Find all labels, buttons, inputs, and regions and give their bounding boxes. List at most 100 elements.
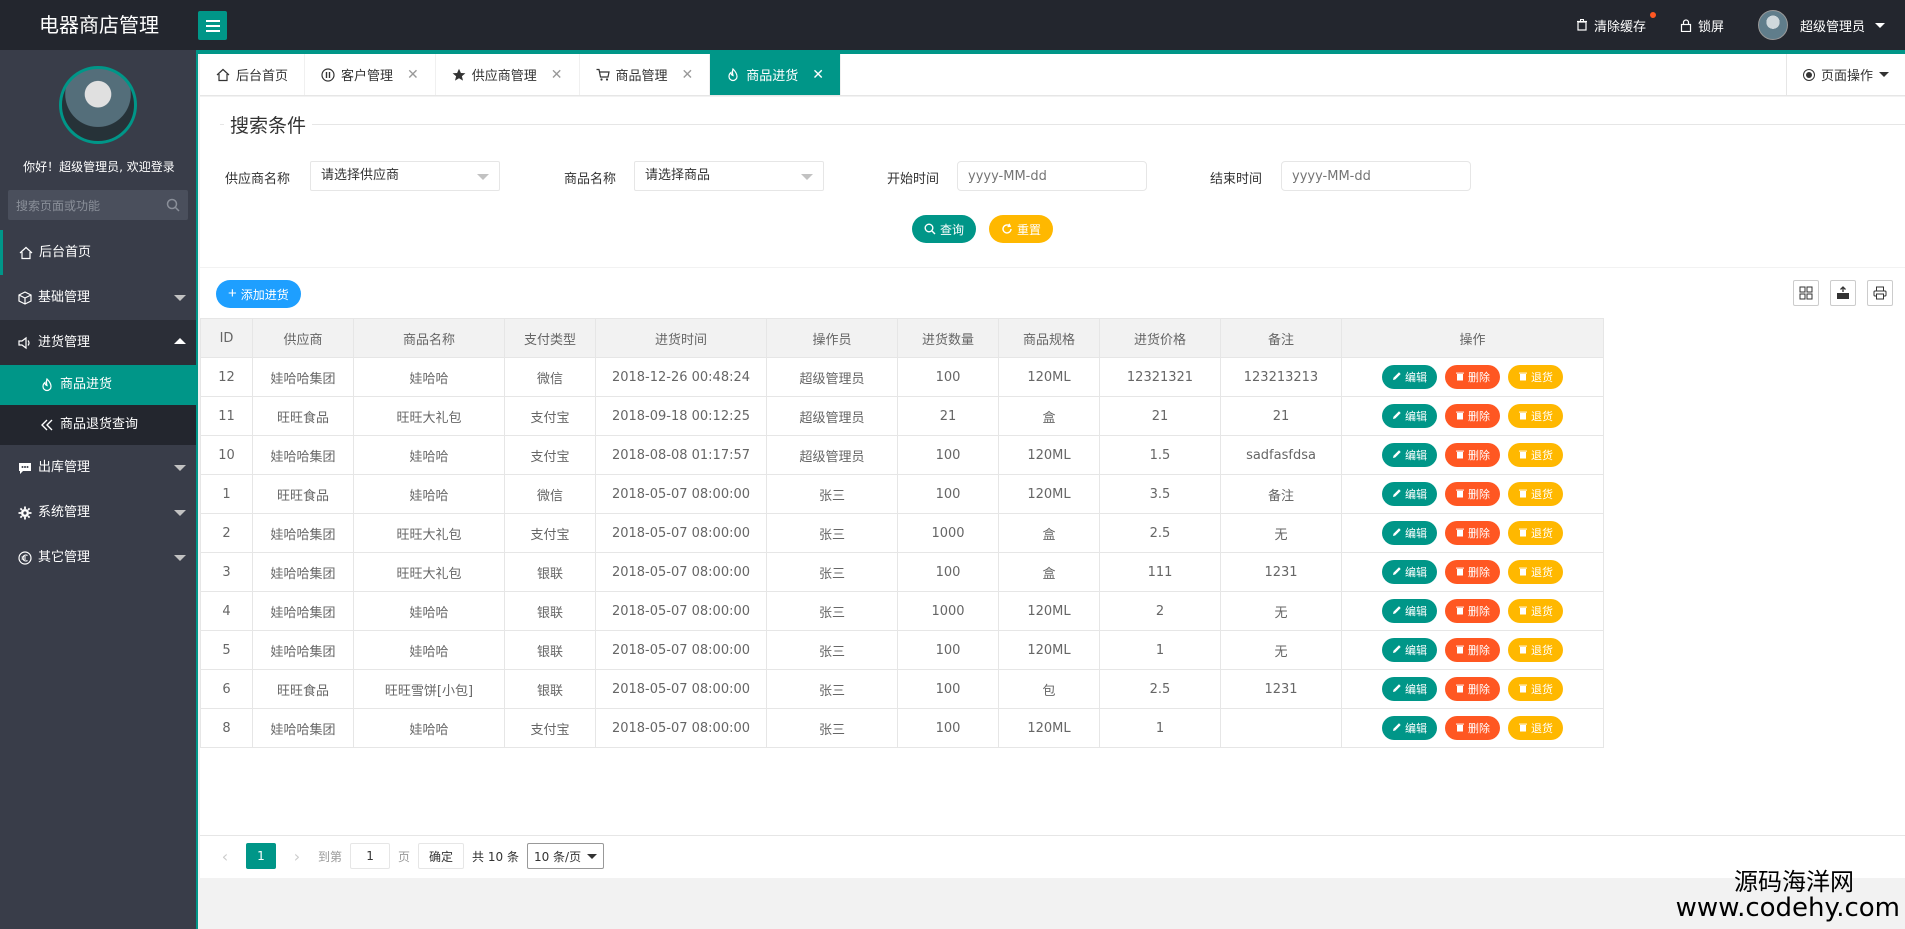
edit-button[interactable]: 编辑 <box>1382 599 1437 623</box>
tab-label: 供应商管理 <box>471 69 537 84</box>
return-button[interactable]: 退货 <box>1508 560 1563 584</box>
col-header-id[interactable]: ID <box>200 318 253 358</box>
goods-select-value: 请选择商品 <box>645 168 711 183</box>
return-button[interactable]: 退货 <box>1508 638 1563 662</box>
sidebar-search-input[interactable]: 搜索页面或功能 <box>16 197 166 214</box>
sidebar-item-outbound[interactable]: 出库管理 <box>0 445 198 490</box>
col-header-price[interactable]: 进货价格 <box>1099 318 1221 358</box>
end-time-input[interactable] <box>1281 161 1471 191</box>
cell-price: 111 <box>1099 552 1221 592</box>
edit-button[interactable]: 编辑 <box>1382 638 1437 662</box>
delete-button[interactable]: 删除 <box>1445 482 1500 506</box>
edit-button[interactable]: 编辑 <box>1382 365 1437 389</box>
edit-button[interactable]: 编辑 <box>1382 521 1437 545</box>
next-page-icon[interactable]: › <box>284 847 310 866</box>
app-title[interactable]: 电器商店管理 <box>0 0 198 50</box>
close-icon[interactable]: ✕ <box>812 67 824 83</box>
start-time-input[interactable] <box>957 161 1147 191</box>
tab-goods-purchase[interactable]: 商品进货 ✕ <box>710 54 842 95</box>
return-button[interactable]: 退货 <box>1508 677 1563 701</box>
col-header-purchase-time[interactable]: 进货时间 <box>595 318 767 358</box>
chevron-down-icon <box>174 510 186 516</box>
tab-goods[interactable]: 商品管理 ✕ <box>580 54 711 95</box>
tab-suppliers[interactable]: 供应商管理 ✕ <box>436 54 580 95</box>
clear-cache-button[interactable]: 清除缓存 <box>1576 11 1656 35</box>
lock-screen-button[interactable]: 锁屏 <box>1680 16 1724 35</box>
clear-cache-label: 清除缓存 <box>1593 19 1646 35</box>
goods-select[interactable]: 请选择商品 <box>634 161 824 191</box>
edit-button[interactable]: 编辑 <box>1382 677 1437 701</box>
sidebar-item-other[interactable]: 其它管理 <box>0 535 198 580</box>
trash-icon <box>1455 605 1465 618</box>
col-header-remark[interactable]: 备注 <box>1220 318 1342 358</box>
print-button[interactable] <box>1867 280 1893 306</box>
col-header-pay-type[interactable]: 支付类型 <box>504 318 596 358</box>
return-button[interactable]: 退货 <box>1508 599 1563 623</box>
goto-confirm-button[interactable]: 确定 <box>418 843 465 869</box>
col-header-quantity[interactable]: 进货数量 <box>897 318 999 358</box>
delete-button[interactable]: 删除 <box>1445 443 1500 467</box>
delete-button[interactable]: 删除 <box>1445 638 1500 662</box>
delete-button[interactable]: 删除 <box>1445 365 1500 389</box>
edit-button[interactable]: 编辑 <box>1382 560 1437 584</box>
return-button[interactable]: 退货 <box>1508 404 1563 428</box>
cell-goods-name: 旺旺大礼包 <box>353 552 505 592</box>
sidebar-subitem-goods-purchase[interactable]: 商品进货 <box>0 365 198 405</box>
tab-home[interactable]: 后台首页 <box>200 54 306 95</box>
col-header-supplier[interactable]: 供应商 <box>252 318 354 358</box>
sidebar-search[interactable]: 搜索页面或功能 <box>8 190 188 220</box>
table-row: 12 娃哈哈集团 娃哈哈 微信 2018-12-26 00:48:24 超级管理员 100 1… <box>200 357 1604 397</box>
page-size-select[interactable]: 10 条/页 <box>526 843 605 869</box>
user-menu[interactable]: 超级管理员 <box>1757 10 1885 40</box>
delete-button[interactable]: 删除 <box>1445 521 1500 545</box>
sidebar-item-home[interactable]: 后台首页 <box>0 230 198 275</box>
columns-filter-button[interactable] <box>1793 280 1819 306</box>
return-button[interactable]: 退货 <box>1508 716 1563 740</box>
delete-button[interactable]: 删除 <box>1445 677 1500 701</box>
cell-operator: 张三 <box>766 474 898 514</box>
delete-button[interactable]: 删除 <box>1445 404 1500 428</box>
goto-page-input[interactable]: 1 <box>350 843 391 869</box>
col-header-spec[interactable]: 商品规格 <box>998 318 1100 358</box>
return-button[interactable]: 退货 <box>1508 482 1563 506</box>
edit-button[interactable]: 编辑 <box>1382 482 1437 506</box>
sidebar-item-basic[interactable]: 基础管理 <box>0 275 198 320</box>
prev-page-icon[interactable]: ‹ <box>212 847 238 866</box>
close-icon[interactable]: ✕ <box>551 67 563 83</box>
query-button[interactable]: 查询 <box>912 215 977 243</box>
delete-button-label: 删除 <box>1468 528 1490 540</box>
cell-actions: 编辑 删除 退货 <box>1341 591 1604 631</box>
edit-button[interactable]: 编辑 <box>1382 404 1437 428</box>
sidebar-item-purchase[interactable]: 进货管理 <box>0 320 198 365</box>
current-page[interactable]: 1 <box>246 843 276 869</box>
sidebar-subitem-return-query[interactable]: 商品退货查询 <box>0 405 198 445</box>
export-button[interactable] <box>1830 280 1856 306</box>
top-header: 电器商店管理 清除缓存 锁屏 超级管理员 <box>0 0 1905 50</box>
cell-operator: 张三 <box>766 552 898 592</box>
trash-icon <box>1455 371 1465 384</box>
close-icon[interactable]: ✕ <box>407 67 419 83</box>
cell-pay-type: 银联 <box>504 552 596 592</box>
pencil-icon <box>1392 644 1402 657</box>
delete-button[interactable]: 删除 <box>1445 560 1500 584</box>
return-button[interactable]: 退货 <box>1508 365 1563 389</box>
col-header-goods-name[interactable]: 商品名称 <box>353 318 505 358</box>
supplier-select[interactable]: 请选择供应商 <box>310 161 500 191</box>
tab-customers[interactable]: 客户管理 ✕ <box>305 54 436 95</box>
close-icon[interactable]: ✕ <box>682 67 694 83</box>
edit-button[interactable]: 编辑 <box>1382 443 1437 467</box>
return-button[interactable]: 退货 <box>1508 443 1563 467</box>
sidebar-item-system[interactable]: 系统管理 <box>0 490 198 535</box>
edit-button[interactable]: 编辑 <box>1382 716 1437 740</box>
delete-button[interactable]: 删除 <box>1445 599 1500 623</box>
menu-toggle-button[interactable] <box>198 11 227 40</box>
delete-button-label: 删除 <box>1468 567 1490 579</box>
reset-button[interactable]: 重置 <box>989 215 1054 243</box>
col-header-operator[interactable]: 操作员 <box>766 318 898 358</box>
page-operations-menu[interactable]: 页面操作 <box>1785 54 1905 95</box>
return-button[interactable]: 退货 <box>1508 521 1563 545</box>
cell-remark: sadfasfdsa <box>1220 435 1342 475</box>
pencil-icon <box>1392 488 1402 501</box>
delete-button[interactable]: 删除 <box>1445 716 1500 740</box>
add-purchase-button[interactable]: + 添加进货 <box>216 280 301 308</box>
